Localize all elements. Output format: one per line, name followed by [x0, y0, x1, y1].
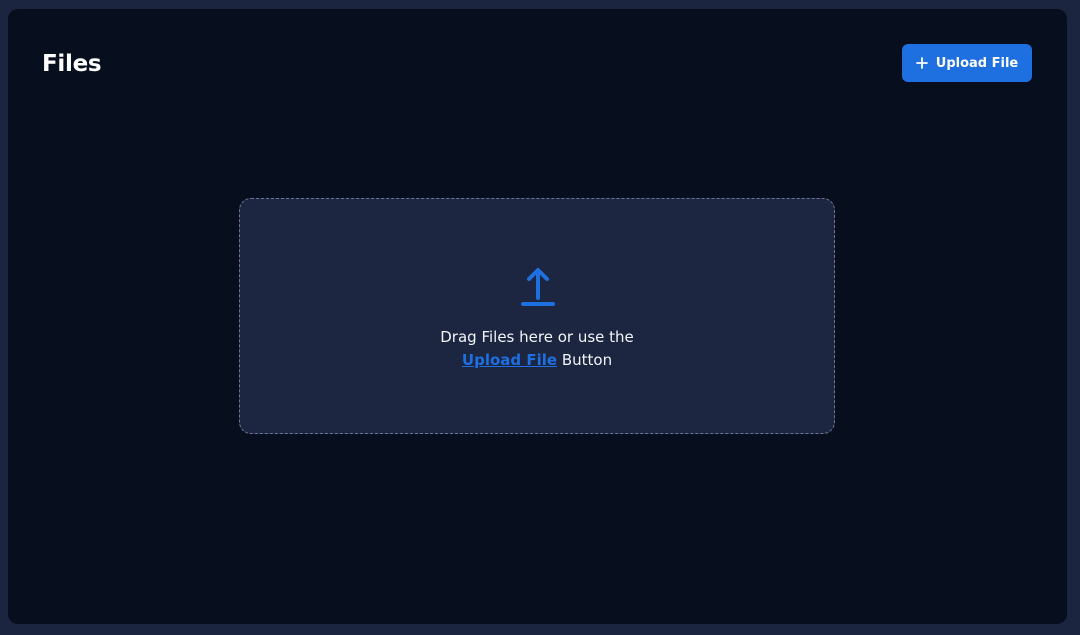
- page-title: Files: [42, 51, 102, 77]
- upload-file-button-label: Upload File: [935, 55, 1019, 71]
- dropzone-line1: Drag Files here or use the: [440, 328, 634, 346]
- upload-file-link[interactable]: Upload File: [462, 351, 557, 369]
- plus-icon: [915, 57, 928, 69]
- upload-arrow-icon: [520, 265, 556, 307]
- file-dropzone[interactable]: Drag Files here or use the Upload File B…: [239, 198, 835, 434]
- dropzone-line2-suffix: Button: [557, 351, 613, 369]
- upload-file-button[interactable]: Upload File: [902, 44, 1032, 82]
- files-panel: Files Upload File Drag Files here or use…: [8, 9, 1067, 624]
- dropzone-instructions: Drag Files here or use the Upload File B…: [240, 326, 834, 372]
- dropzone-line2: Upload File Button: [240, 349, 834, 372]
